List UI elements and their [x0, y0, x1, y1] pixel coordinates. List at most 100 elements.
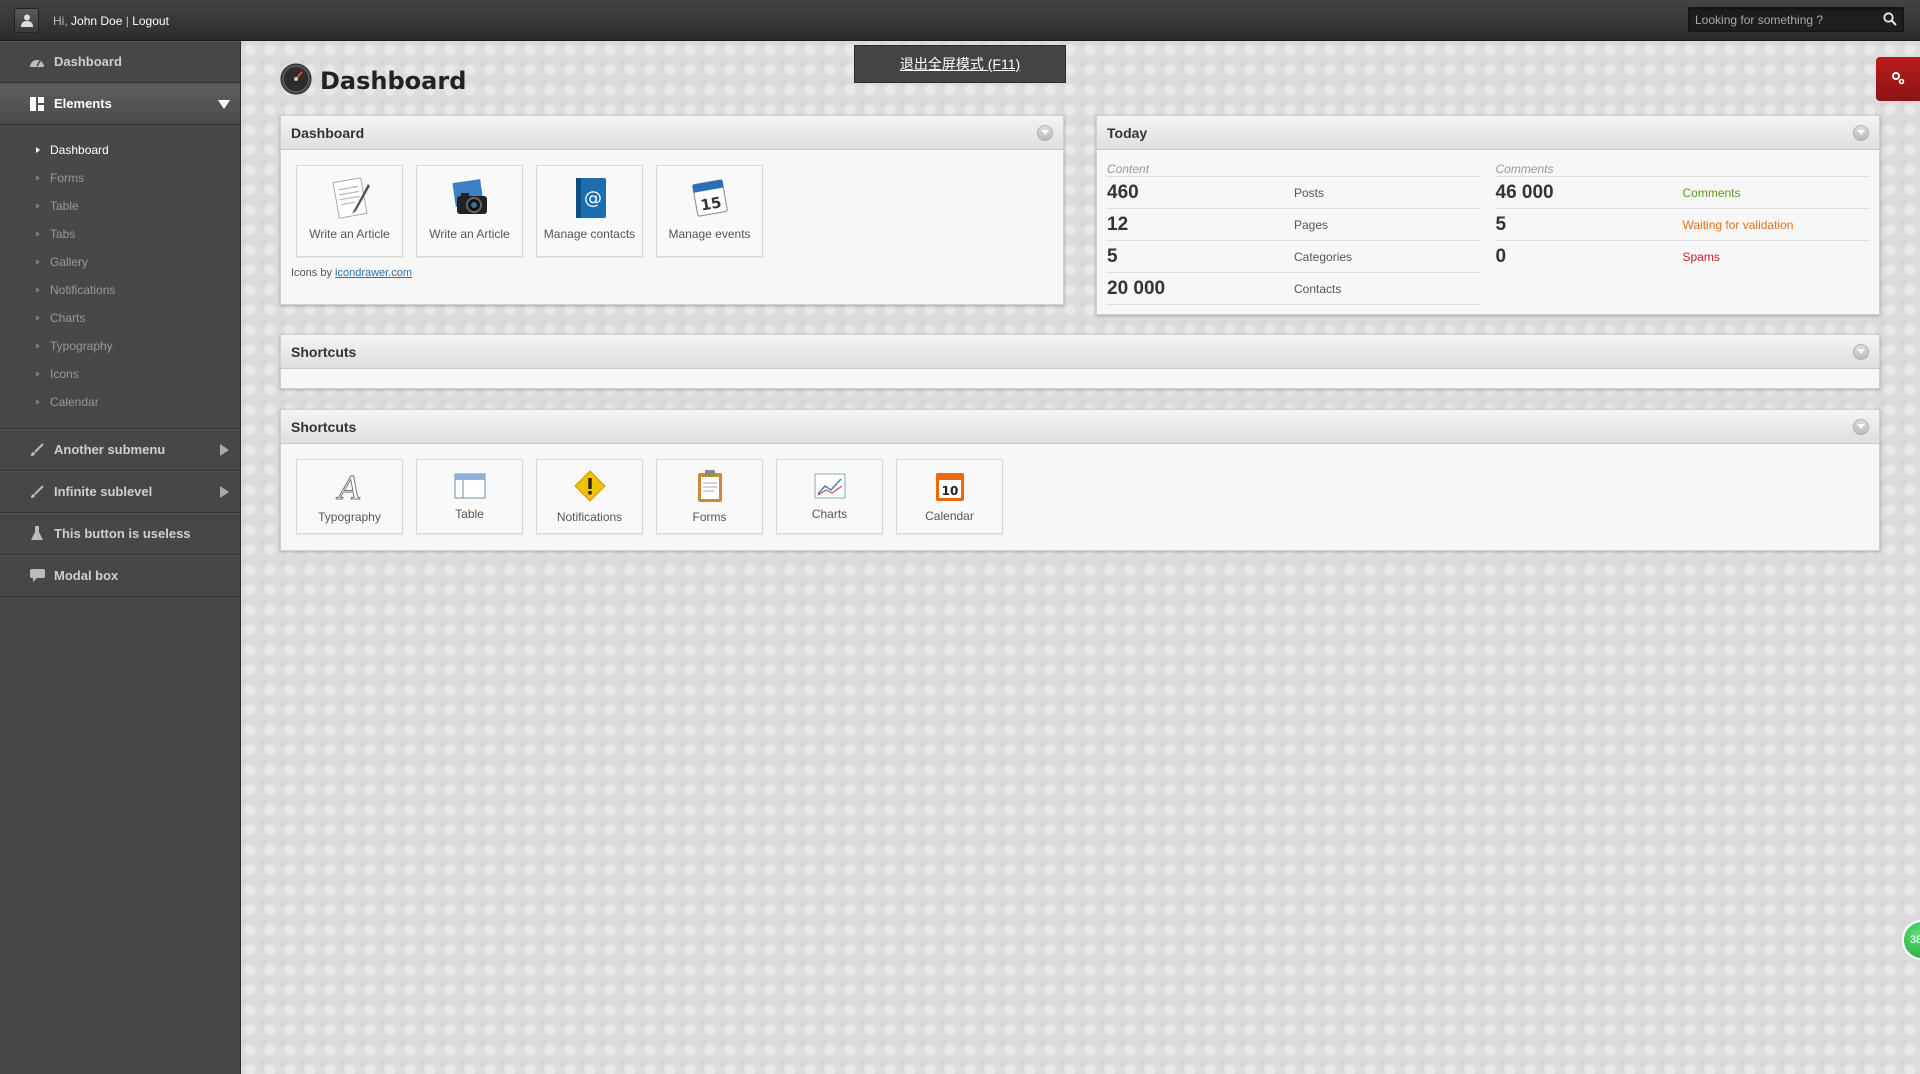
- tile-write-article-photo[interactable]: Write an Article: [416, 165, 523, 257]
- user-avatar-icon[interactable]: [14, 8, 39, 33]
- search-input[interactable]: [1689, 8, 1874, 31]
- stat-label[interactable]: Spams: [1683, 250, 1720, 264]
- sidebar-item-modal-box[interactable]: Modal box: [0, 555, 240, 597]
- sidebar-item-label: This button is useless: [54, 526, 191, 541]
- panel-header: Dashboard: [281, 116, 1063, 150]
- sidebar-item-label: Modal box: [54, 568, 119, 583]
- icon-credit: Icons by icondrawer.com: [281, 257, 1063, 279]
- bullet-icon: [36, 259, 40, 265]
- stat-row: 5 Waiting for validation: [1495, 209, 1869, 241]
- submenu-label: Dashboard: [50, 143, 109, 157]
- tile-label: Typography: [318, 510, 381, 524]
- today-body: Content 460 Posts 12 Pages 5 Categories 20 …: [1097, 150, 1879, 305]
- submenu-item-table[interactable]: Table: [0, 192, 240, 220]
- tile-write-article[interactable]: Write an Article: [296, 165, 403, 257]
- credit-prefix: Icons by: [291, 267, 332, 279]
- tile-manage-contacts[interactable]: @ Manage contacts: [536, 165, 643, 257]
- stat-row: 5 Categories: [1107, 241, 1481, 273]
- settings-tab[interactable]: [1876, 57, 1920, 101]
- submenu-item-forms[interactable]: Forms: [0, 164, 240, 192]
- shortcut-typography[interactable]: A Typography: [296, 459, 403, 534]
- bullet-icon: [36, 371, 40, 377]
- chevron-down-icon: [218, 98, 230, 113]
- sidebar-item-label: Infinite sublevel: [54, 484, 153, 499]
- tile-label: Calendar: [925, 509, 974, 523]
- sidebar-item-useless-button[interactable]: This button is useless: [0, 513, 240, 555]
- collapse-toggle-icon[interactable]: [1037, 125, 1053, 141]
- submenu-label: Tabs: [50, 227, 76, 241]
- collapse-toggle-icon[interactable]: [1853, 419, 1869, 435]
- content-head: Content: [1107, 159, 1481, 177]
- stat-label[interactable]: Comments: [1683, 186, 1741, 200]
- panel-header: Shortcuts: [281, 335, 1879, 369]
- submenu-item-tabs[interactable]: Tabs: [0, 220, 240, 248]
- dashboard-icon: [28, 53, 46, 71]
- tile-label: Forms: [692, 510, 727, 524]
- table-icon: [454, 472, 486, 503]
- contacts-book-icon: @: [568, 174, 612, 223]
- icondrawer-link[interactable]: icondrawer.com: [335, 267, 412, 279]
- svg-text:@: @: [584, 188, 602, 209]
- submenu-item-calendar[interactable]: Calendar: [0, 388, 240, 416]
- shortcut-notifications[interactable]: Notifications: [536, 459, 643, 534]
- user-name[interactable]: John Doe: [71, 14, 122, 28]
- stat-label[interactable]: Categories: [1294, 250, 1352, 264]
- article-icon: [328, 174, 372, 223]
- speedometer-icon: [280, 63, 312, 98]
- bullet-icon: [36, 287, 40, 293]
- page-title: Dashboard: [320, 66, 467, 95]
- panel-header: Today: [1097, 116, 1879, 150]
- dashboard-panel: Dashboard Write an Article Write an Arti…: [280, 115, 1064, 305]
- sidebar-item-label: Dashboard: [54, 54, 122, 69]
- calendar-day: 10: [941, 484, 958, 498]
- submenu-item-dashboard[interactable]: Dashboard: [0, 136, 240, 164]
- submenu-label: Calendar: [50, 395, 99, 409]
- collapse-toggle-icon[interactable]: [1853, 125, 1869, 141]
- panel-title: Shortcuts: [291, 418, 357, 435]
- sidebar: Dashboard Elements Dashboard Forms Table…: [0, 41, 241, 1074]
- shortcut-forms[interactable]: Forms: [656, 459, 763, 534]
- stat-label[interactable]: Waiting for validation: [1683, 218, 1794, 232]
- tile-manage-events[interactable]: 15 Manage events: [656, 165, 763, 257]
- submenu-item-notifications[interactable]: Notifications: [0, 276, 240, 304]
- submenu-label: Forms: [50, 171, 84, 185]
- bullet-icon: [36, 343, 40, 349]
- sidebar-item-dashboard[interactable]: Dashboard: [0, 41, 240, 83]
- submenu-item-charts[interactable]: Charts: [0, 304, 240, 332]
- chat-bubble-badge[interactable]: 38: [1902, 920, 1920, 960]
- sidebar-item-another-submenu[interactable]: Another submenu: [0, 429, 240, 471]
- stat-label[interactable]: Pages: [1294, 218, 1328, 232]
- greeting-text: Hi,: [53, 13, 68, 28]
- search-icon[interactable]: [1883, 12, 1897, 29]
- chart-icon: [814, 472, 846, 503]
- tile-label: Manage events: [668, 227, 751, 241]
- stat-label[interactable]: Contacts: [1294, 282, 1341, 296]
- stat-value: 0: [1495, 246, 1507, 267]
- calendar-icon: 10: [935, 470, 965, 505]
- shortcut-calendar[interactable]: 10 Calendar: [896, 459, 1003, 534]
- submenu-item-icons[interactable]: Icons: [0, 360, 240, 388]
- submenu-item-gallery[interactable]: Gallery: [0, 248, 240, 276]
- submenu-label: Typography: [50, 339, 113, 353]
- bullet-icon: [36, 147, 40, 153]
- shortcut-tiles: A Typography Table Notifications Forms C…: [281, 444, 1879, 534]
- shortcut-charts[interactable]: Charts: [776, 459, 883, 534]
- logout-link[interactable]: Logout: [132, 14, 169, 28]
- page-header: Dashboard: [280, 63, 466, 98]
- sidebar-item-label: Another submenu: [54, 442, 166, 457]
- submenu-item-typography[interactable]: Typography: [0, 332, 240, 360]
- sidebar-item-infinite-sublevel[interactable]: Infinite sublevel: [0, 471, 240, 513]
- events-day: 15: [699, 193, 723, 214]
- gear-icon: [1890, 70, 1906, 89]
- elements-submenu: Dashboard Forms Table Tabs Gallery Notif…: [0, 125, 240, 429]
- sidebar-item-elements[interactable]: Elements: [0, 83, 240, 125]
- shortcuts-panel: Shortcuts A Typography Table Notificatio…: [280, 409, 1880, 551]
- flask-icon: [28, 525, 46, 543]
- collapse-toggle-icon[interactable]: [1853, 344, 1869, 360]
- exit-fullscreen-button[interactable]: 退出全屏模式 (F11): [854, 45, 1066, 83]
- stat-row: 20 000 Contacts: [1107, 273, 1481, 305]
- stat-value: 12: [1107, 213, 1129, 235]
- stat-label[interactable]: Posts: [1294, 186, 1324, 200]
- elements-icon: [28, 95, 46, 113]
- shortcut-table[interactable]: Table: [416, 459, 523, 534]
